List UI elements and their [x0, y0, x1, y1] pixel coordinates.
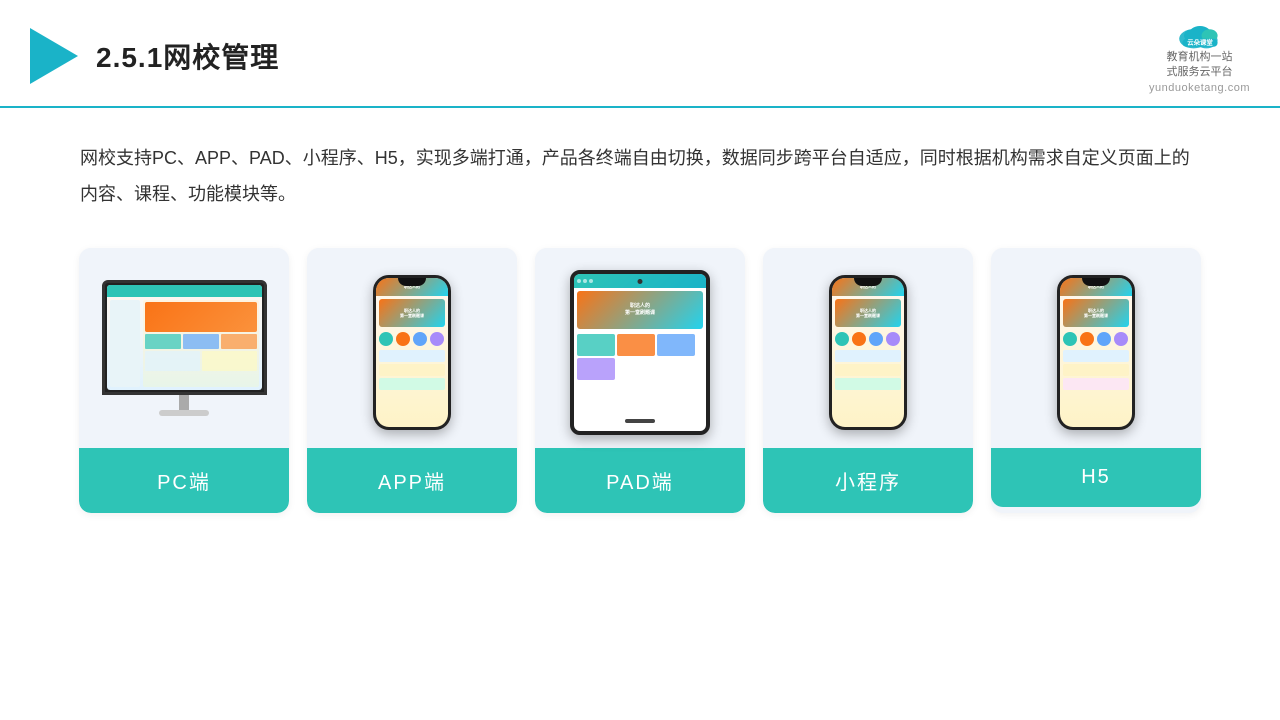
app-image-area: 职达人的 职达人的第一堂刷题课: [307, 248, 517, 448]
card-miniprogram: 职达人的 职达人的第一堂刷题课: [763, 248, 973, 513]
card-app: 职达人的 职达人的第一堂刷题课: [307, 248, 517, 513]
card-miniprogram-label: 小程序: [763, 448, 973, 513]
pad-tablet-mockup: 职达人的第一堂刷题课: [570, 270, 710, 435]
card-h5: 职达人的 职达人的第一堂刷题课: [991, 248, 1201, 513]
cloud-icon: 云朵课堂: [1176, 18, 1224, 50]
card-pad-label: PAD端: [535, 448, 745, 513]
monitor-screen: [102, 280, 267, 395]
app-phone-mockup: 职达人的 职达人的第一堂刷题课: [373, 275, 451, 430]
header: 2.5.1网校管理 云朵课堂 教育机构一站 式服务云平台 yunduoketan…: [0, 0, 1280, 108]
svg-text:云朵课堂: 云朵课堂: [1187, 37, 1213, 46]
logo-url: yunduoketang.com: [1149, 82, 1250, 94]
description-text: 网校支持PC、APP、PAD、小程序、H5，实现多端打通，产品各终端自由切换，数…: [0, 108, 1280, 228]
card-pc-label: PC端: [79, 448, 289, 513]
logo-slogan: 教育机构一站 式服务云平台: [1167, 50, 1233, 81]
logo-area: 云朵课堂 教育机构一站 式服务云平台 yunduoketang.com: [1149, 18, 1250, 94]
card-pc: PC端: [79, 248, 289, 513]
header-left: 2.5.1网校管理: [30, 28, 279, 84]
pc-image-area: [79, 248, 289, 448]
cards-container: PC端 职达人的 职达人的第一堂刷题课: [0, 228, 1280, 533]
pc-monitor: [99, 280, 269, 425]
miniprogram-image-area: 职达人的 职达人的第一堂刷题课: [763, 248, 973, 448]
logo-cloud: 云朵课堂: [1176, 18, 1224, 50]
miniprogram-phone-mockup: 职达人的 职达人的第一堂刷题课: [829, 275, 907, 430]
h5-phone-mockup: 职达人的 职达人的第一堂刷题课: [1057, 275, 1135, 430]
card-app-label: APP端: [307, 448, 517, 513]
pad-image-area: 职达人的第一堂刷题课: [535, 248, 745, 448]
play-icon: [30, 28, 78, 84]
page-title: 2.5.1网校管理: [96, 36, 279, 76]
h5-image-area: 职达人的 职达人的第一堂刷题课: [991, 248, 1201, 448]
card-pad: 职达人的第一堂刷题课 PAD端: [535, 248, 745, 513]
card-h5-label: H5: [991, 448, 1201, 507]
